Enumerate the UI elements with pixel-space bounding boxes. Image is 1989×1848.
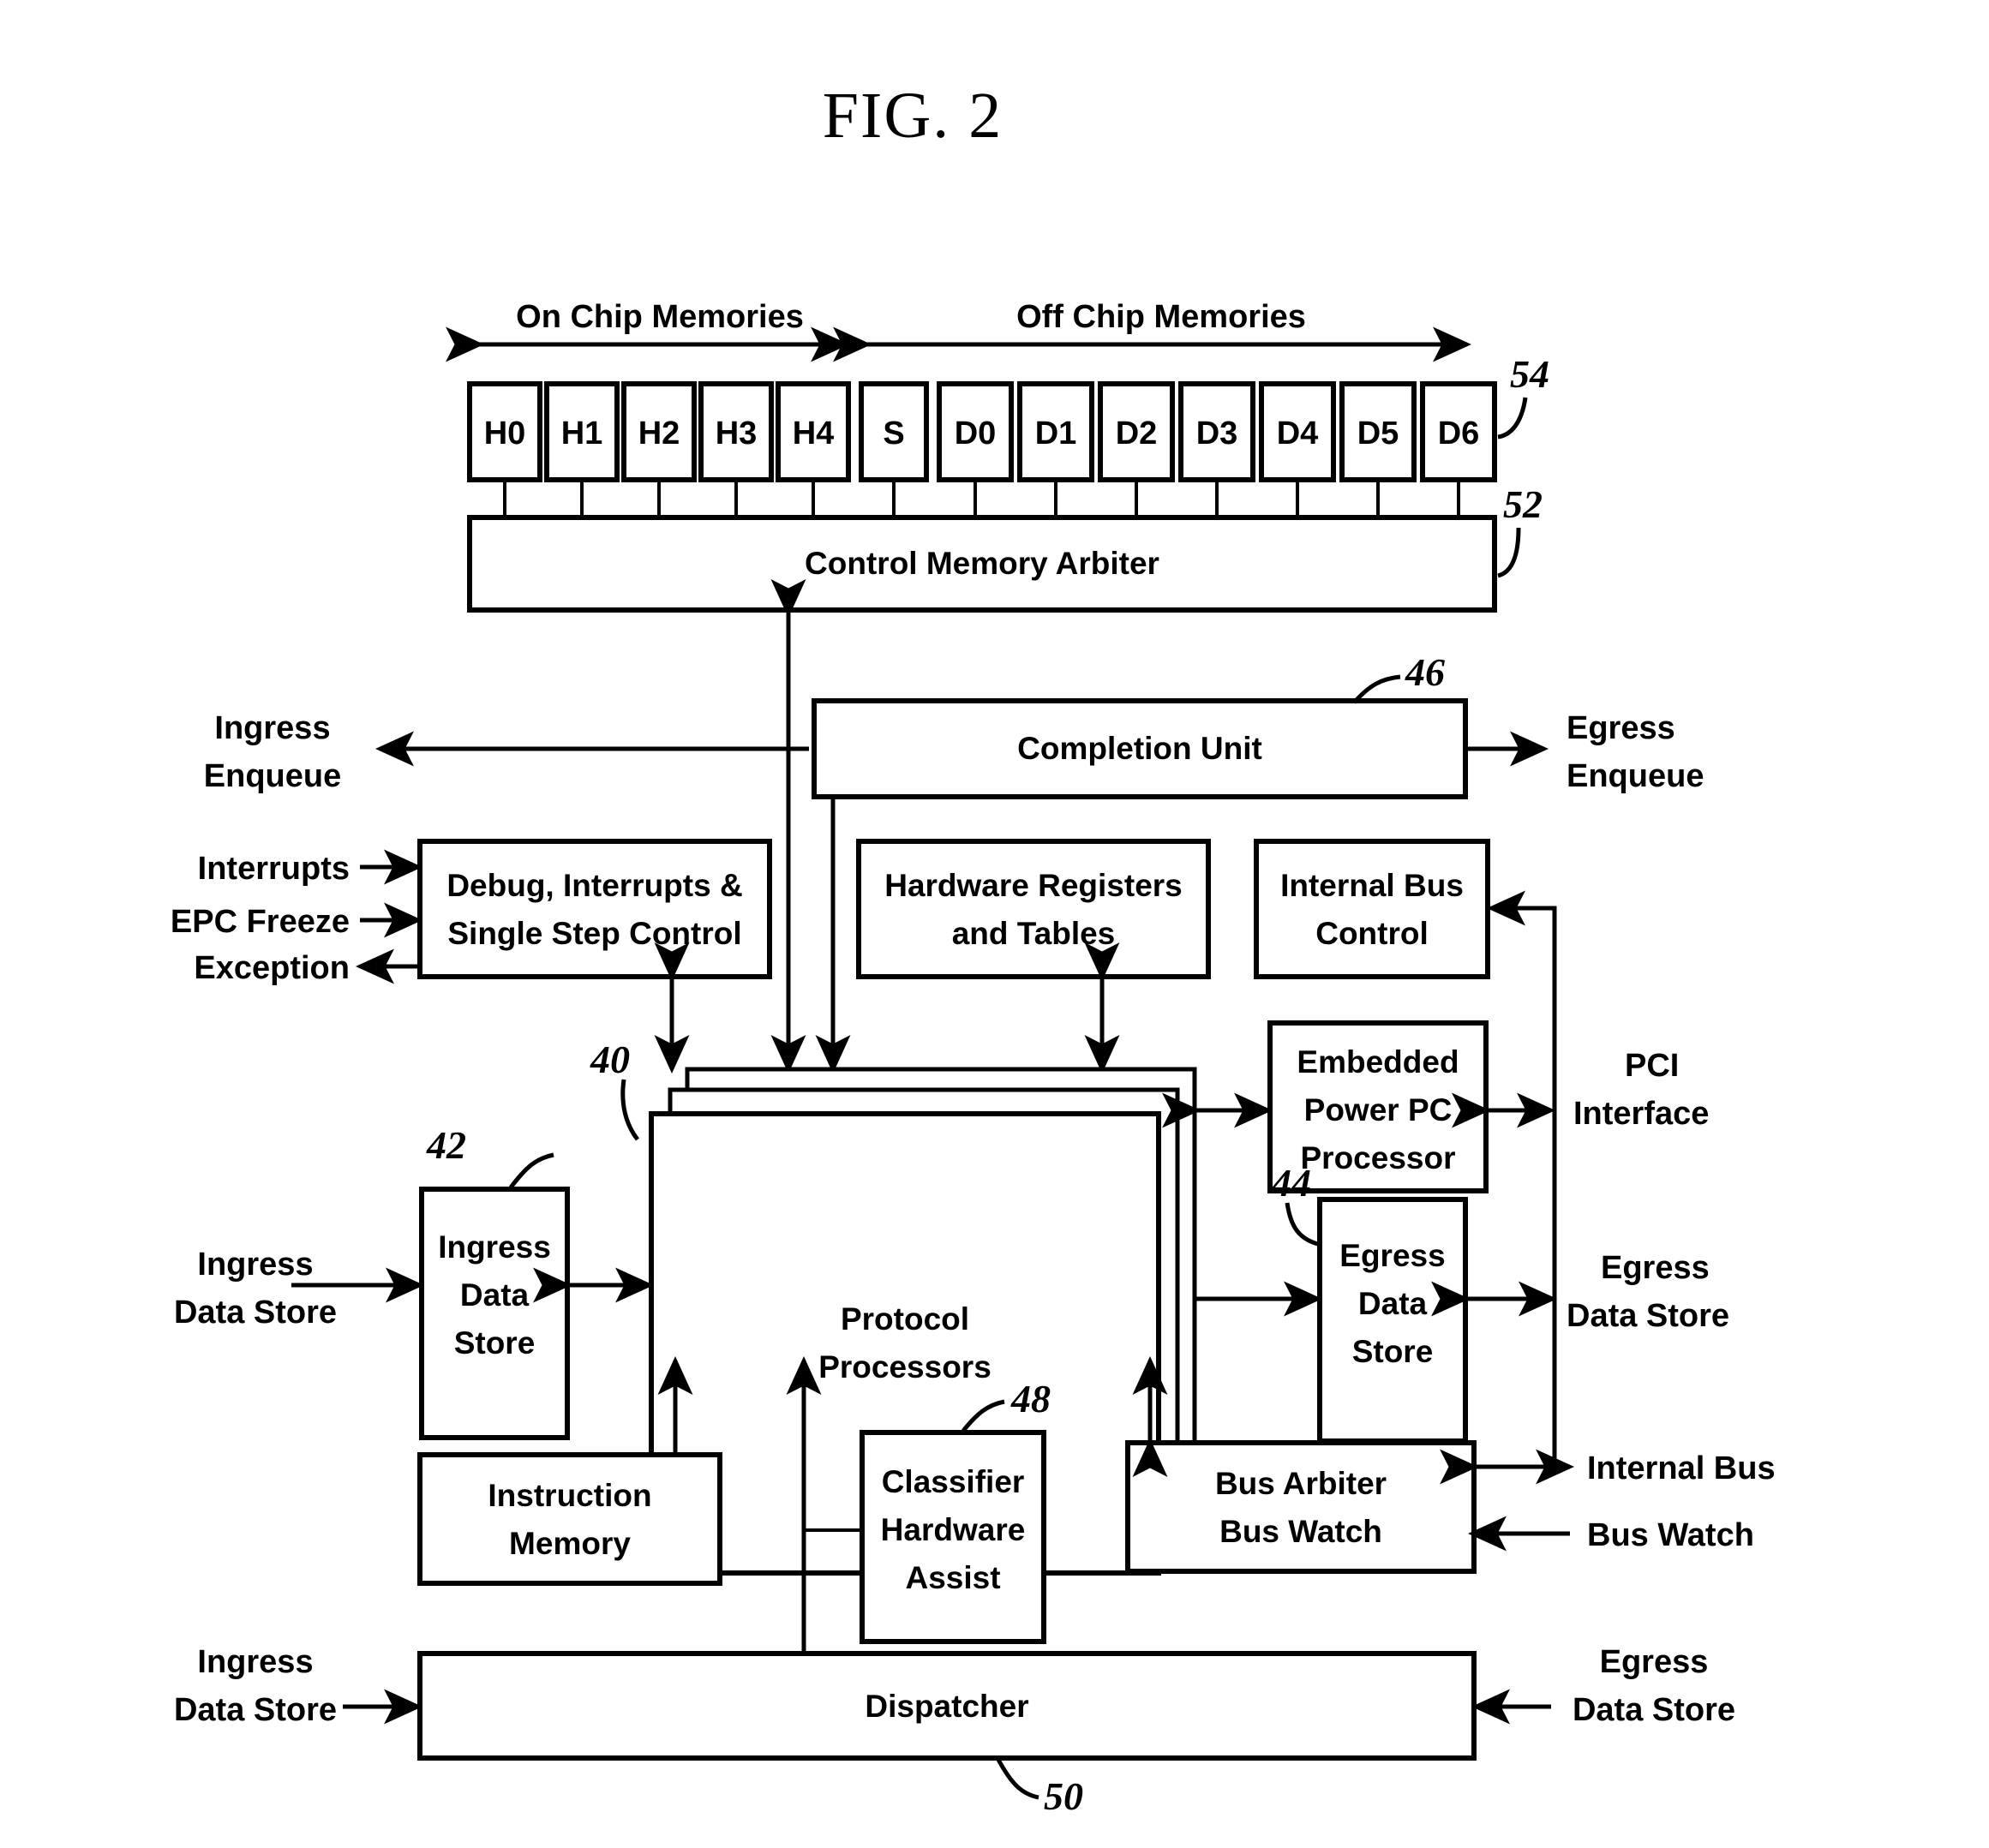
memory-label-h0: H0: [484, 416, 526, 452]
patent-figure-2: FIG. 2 On Chip Memories Off Chip Memorie…: [171, 80, 1776, 1818]
egress-data-store-label-line3: Store: [1352, 1334, 1434, 1369]
reference-numeral-52: 52: [1503, 482, 1543, 526]
memory-label-h3: H3: [716, 416, 758, 452]
memory-label-s: S: [883, 416, 904, 452]
leader-line-44: [1285, 1202, 1319, 1247]
instruction-memory-label-line1: Instruction: [488, 1478, 651, 1513]
ingress-data-store-label-line2: Data: [460, 1277, 530, 1313]
ingress-data-store-label-line3: Store: [454, 1325, 536, 1361]
hardware-registers-box[interactable]: [856, 839, 1211, 979]
figure-canvas: FIG. 2 On Chip Memories Off Chip Memorie…: [0, 0, 1989, 1848]
epc-freeze-label: EPC Freeze: [171, 904, 350, 940]
memory-label-d2: D2: [1116, 416, 1158, 452]
bus-arbiter-label-line2: Bus Watch: [1219, 1514, 1382, 1549]
ingress-data-store-in-label-line1: Ingress: [197, 1247, 313, 1283]
memory-label-d4: D4: [1277, 416, 1319, 452]
reference-numeral-44: 44: [1271, 1161, 1311, 1205]
internal-bus-control-label-line1: Internal Bus: [1280, 868, 1464, 903]
bus-watch-label: Bus Watch: [1587, 1517, 1754, 1553]
leader-line-50: [995, 1756, 1039, 1800]
memory-label-d0: D0: [955, 416, 997, 452]
bus-arbiter-label-line1: Bus Arbiter: [1215, 1466, 1387, 1501]
bus-arbiter-box[interactable]: [1125, 1440, 1477, 1574]
internal-bus-label: Internal Bus: [1587, 1450, 1776, 1486]
exception-label: Exception: [194, 950, 350, 986]
memory-label-d5: D5: [1357, 416, 1399, 452]
egress-data-store-out-label-line1: Egress: [1601, 1250, 1710, 1286]
internal-bus-routing-line: [1495, 906, 1557, 1467]
embedded-powerpc-label-line3: Processor: [1301, 1140, 1456, 1175]
classifier-label-line1: Classifier: [882, 1464, 1025, 1499]
dispatcher-label: Dispatcher: [865, 1689, 1028, 1724]
egress-enqueue-label-line2: Enqueue: [1567, 758, 1704, 794]
egress-enqueue-label-line1: Egress: [1567, 710, 1675, 746]
reference-numeral-42: 42: [426, 1123, 466, 1167]
embedded-powerpc-label-line2: Power PC: [1304, 1092, 1453, 1127]
reference-numeral-54: 54: [1510, 352, 1549, 396]
on-chip-memories-label: On Chip Memories: [516, 299, 804, 335]
memory-boxes-row: H0 H1 H2 H3 H4 S D0 D1 D2 D3 D4 D5 D6: [467, 381, 1497, 517]
instruction-memory-label-line2: Memory: [509, 1526, 631, 1561]
leader-line-40: [620, 1079, 640, 1141]
reference-numeral-40: 40: [590, 1038, 630, 1081]
completion-unit-label: Completion Unit: [1017, 731, 1262, 766]
egress-data-store-label-line1: Egress: [1339, 1238, 1445, 1273]
internal-bus-control-box[interactable]: [1254, 839, 1490, 979]
debug-interrupts-label-line2: Single Step Control: [447, 916, 741, 951]
off-chip-memories-label: Off Chip Memories: [1016, 299, 1306, 335]
reference-numeral-46: 46: [1405, 650, 1445, 694]
hardware-registers-label-line1: Hardware Registers: [884, 868, 1183, 903]
ingress-enqueue-label-line1: Ingress: [214, 710, 330, 746]
memory-label-d3: D3: [1196, 416, 1238, 452]
instruction-memory-box[interactable]: [417, 1452, 722, 1586]
ingress-data-store-box[interactable]: [419, 1187, 570, 1440]
ingress-data-store-label-line1: Ingress: [438, 1229, 551, 1265]
dispatcher-in-label-line1: Ingress: [197, 1644, 313, 1680]
memory-label-d1: D1: [1035, 416, 1077, 452]
egress-data-store-label-line2: Data: [1358, 1286, 1428, 1321]
dispatcher-in-label-line2: Data Store: [174, 1692, 337, 1728]
leader-line-54: [1497, 397, 1528, 440]
debug-interrupts-label-line1: Debug, Interrupts &: [446, 868, 742, 903]
internal-bus-control-label-line2: Control: [1315, 916, 1429, 951]
pci-interface-label-line1: PCI: [1625, 1048, 1679, 1084]
control-memory-arbiter-label: Control Memory Arbiter: [805, 546, 1159, 581]
memory-label-d6: D6: [1438, 416, 1480, 452]
debug-interrupts-box[interactable]: [417, 839, 772, 979]
classifier-label-line3: Assist: [905, 1560, 1000, 1595]
ingress-data-store-in-label-line2: Data Store: [174, 1295, 337, 1331]
leader-line-42: [509, 1152, 554, 1189]
memory-label-h4: H4: [793, 416, 835, 452]
hardware-registers-label-line2: and Tables: [952, 916, 1116, 951]
memory-label-h1: H1: [561, 416, 603, 452]
protocol-processors-label-line2: Processors: [818, 1349, 992, 1385]
dispatcher-out-label-line1: Egress: [1600, 1644, 1709, 1680]
protocol-processors-label-line1: Protocol: [841, 1301, 969, 1337]
leader-line-52: [1497, 527, 1521, 578]
dispatcher-out-label-line2: Data Store: [1573, 1692, 1735, 1728]
classifier-label-line2: Hardware: [881, 1512, 1026, 1547]
pci-interface-label-line2: Interface: [1573, 1096, 1709, 1132]
memory-label-h2: H2: [638, 416, 680, 452]
reference-numeral-50: 50: [1044, 1774, 1083, 1818]
ingress-enqueue-label-line2: Enqueue: [204, 758, 341, 794]
egress-data-store-out-label-line2: Data Store: [1567, 1298, 1729, 1334]
interrupts-label: Interrupts: [198, 851, 350, 887]
figure-title: FIG. 2: [823, 80, 1003, 152]
embedded-powerpc-label-line1: Embedded: [1297, 1044, 1459, 1079]
reference-numeral-48: 48: [1010, 1377, 1051, 1420]
